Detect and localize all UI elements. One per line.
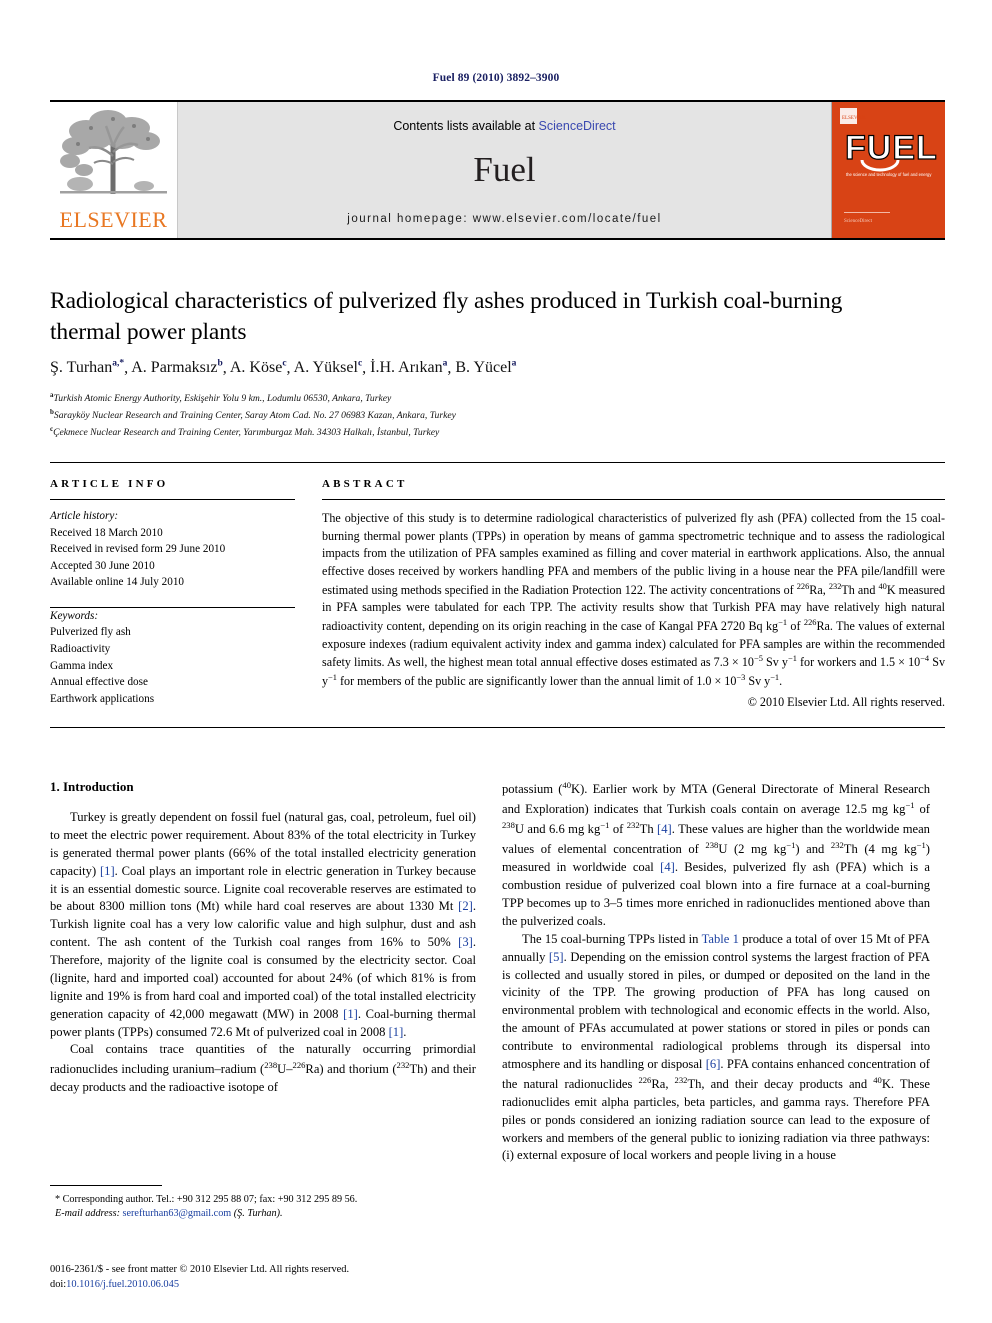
affiliation-list: aTurkish Atomic Energy Authority, Eskişe… — [50, 390, 930, 441]
elsevier-logo: ELSEVIER — [50, 102, 178, 238]
corresponding-author-note: * Corresponding author. Tel.: +90 312 29… — [55, 1194, 358, 1205]
journal-homepage[interactable]: journal homepage: www.elsevier.com/locat… — [178, 213, 831, 225]
article-info-rule — [50, 499, 295, 500]
abstract-heading: ABSTRACT — [322, 478, 408, 490]
journal-masthead: ELSEVIER Contents lists available at Sci… — [50, 100, 945, 240]
history-item-2: Accepted 30 June 2010 — [50, 559, 155, 572]
abstract-text: The objective of this study is to determ… — [322, 511, 946, 689]
email-link[interactable]: serefturhan63@gmail.com — [123, 1208, 232, 1219]
author-mark-4: a — [442, 359, 448, 369]
article-info-block: ARTICLE INFO Article history: Received 1… — [50, 478, 295, 707]
contents-available-line: Contents lists available at ScienceDirec… — [178, 119, 831, 133]
paragraph-intro-2: Coal contains trace quantities of the na… — [50, 1042, 476, 1095]
keywords-block: Keywords: Pulverized fly ash Radioactivi… — [50, 608, 295, 707]
abstract-rule — [322, 499, 945, 500]
author-mark-1: b — [217, 359, 223, 369]
running-head: Fuel 89 (2010) 3892–3900 — [432, 72, 560, 84]
info-divider-top — [50, 462, 945, 463]
history-item-0: Received 18 March 2010 — [50, 526, 163, 539]
keyword-4: Earthwork applications — [50, 692, 155, 705]
author-0: Ş. Turhana,* — [50, 359, 125, 377]
keyword-0: Pulverized fly ash — [50, 626, 131, 639]
author-5: B. Yücela — [455, 359, 517, 377]
author-3: A. Yükselc — [293, 359, 363, 377]
footnote-block: * Corresponding author. Tel.: +90 312 29… — [50, 1185, 476, 1222]
paper-page: Fuel 89 (2010) 3892–3900 ELSEVIER Conten… — [0, 0, 992, 1323]
svg-text:ELSEVIER: ELSEVIER — [842, 116, 866, 121]
email-label: E-mail address: — [55, 1208, 120, 1220]
paragraph-intro-4: The 15 coal-burning TPPs listed in Table… — [502, 931, 931, 1163]
svg-text:FUEL: FUEL — [845, 129, 938, 167]
doi-link[interactable]: 10.1016/j.fuel.2010.06.045 — [66, 1279, 179, 1290]
email-note: E-mail address: serefturhan63@gmail.com … — [50, 1207, 476, 1221]
history-item-3: Available online 14 July 2010 — [50, 576, 185, 589]
author-4: İ.H. Arıkana — [370, 359, 448, 377]
author-mark-2: c — [282, 359, 287, 369]
article-info-heading: ARTICLE INFO — [50, 478, 169, 490]
footnote-rule — [50, 1185, 162, 1186]
svg-text:ScienceDirect: ScienceDirect — [844, 219, 873, 224]
paragraph-intro-3: potassium (40K). Earlier work by MTA (Ge… — [502, 780, 930, 928]
contents-prefix: Contents lists available at — [393, 119, 539, 133]
body-column-right: potassium (40K). Earlier work by MTA (Ge… — [502, 779, 930, 1165]
info-divider-bottom — [50, 727, 945, 728]
paragraph-intro-1: Turkey is greatly dependent on fossil fu… — [50, 810, 476, 1039]
affiliation-1: bSarayköy Nuclear Research and Training … — [50, 408, 456, 422]
journal-cover-thumbnail: ELSEVIER FUEL the science and technology… — [831, 102, 945, 238]
masthead-center: Contents lists available at ScienceDirec… — [178, 102, 831, 238]
author-mark-3: c — [357, 359, 363, 369]
imprint-doi: doi:10.1016/j.fuel.2010.06.045 — [50, 1277, 480, 1292]
keywords-label: Keywords: — [50, 609, 99, 622]
author-1: A. Parmaksızb — [131, 359, 223, 377]
author-2: A. Kösec — [229, 359, 287, 377]
elsevier-wordmark: ELSEVIER — [59, 207, 168, 232]
journal-title: Fuel — [473, 150, 536, 189]
abstract-block: ABSTRACT The objective of this study is … — [322, 478, 945, 710]
affiliation-2: cÇekmece Nuclear Research and Training C… — [50, 425, 440, 439]
article-history: Article history: Received 18 March 2010 … — [50, 508, 295, 591]
author-list: Ş. Turhana,*, A. Parmaksızb, A. Kösec, A… — [50, 359, 517, 377]
keyword-3: Annual effective dose — [50, 676, 148, 689]
doi-label: doi: — [50, 1279, 67, 1291]
affiliation-0: aTurkish Atomic Energy Authority, Eskişe… — [50, 391, 392, 405]
article-history-label: Article history: — [50, 510, 119, 522]
imprint-block: 0016-2361/$ - see front matter © 2010 El… — [50, 1262, 480, 1292]
sciencedirect-link[interactable]: ScienceDirect — [539, 119, 616, 133]
body-column-left: 1. Introduction Turkey is greatly depend… — [50, 779, 476, 1097]
keyword-1: Radioactivity — [50, 643, 111, 656]
keyword-2: Gamma index — [50, 659, 114, 672]
abstract-copyright: © 2010 Elsevier Ltd. All rights reserved… — [747, 694, 945, 709]
imprint-frontmatter: 0016-2361/$ - see front matter © 2010 El… — [50, 1264, 350, 1275]
fuel-cover-art: ELSEVIER FUEL the science and technology… — [832, 102, 945, 238]
elsevier-tree-icon — [60, 110, 167, 194]
section-heading-introduction: 1. Introduction — [50, 779, 134, 794]
email-owner: (Ş. Turhan). — [233, 1208, 283, 1220]
author-mark-0: a,* — [112, 359, 125, 369]
history-item-1: Received in revised form 29 June 2010 — [50, 543, 226, 556]
paper-title: Radiological characteristics of pulveriz… — [50, 288, 843, 346]
svg-text:the science and technology of: the science and technology of fuel and e… — [846, 172, 932, 177]
author-mark-5: a — [511, 359, 517, 369]
